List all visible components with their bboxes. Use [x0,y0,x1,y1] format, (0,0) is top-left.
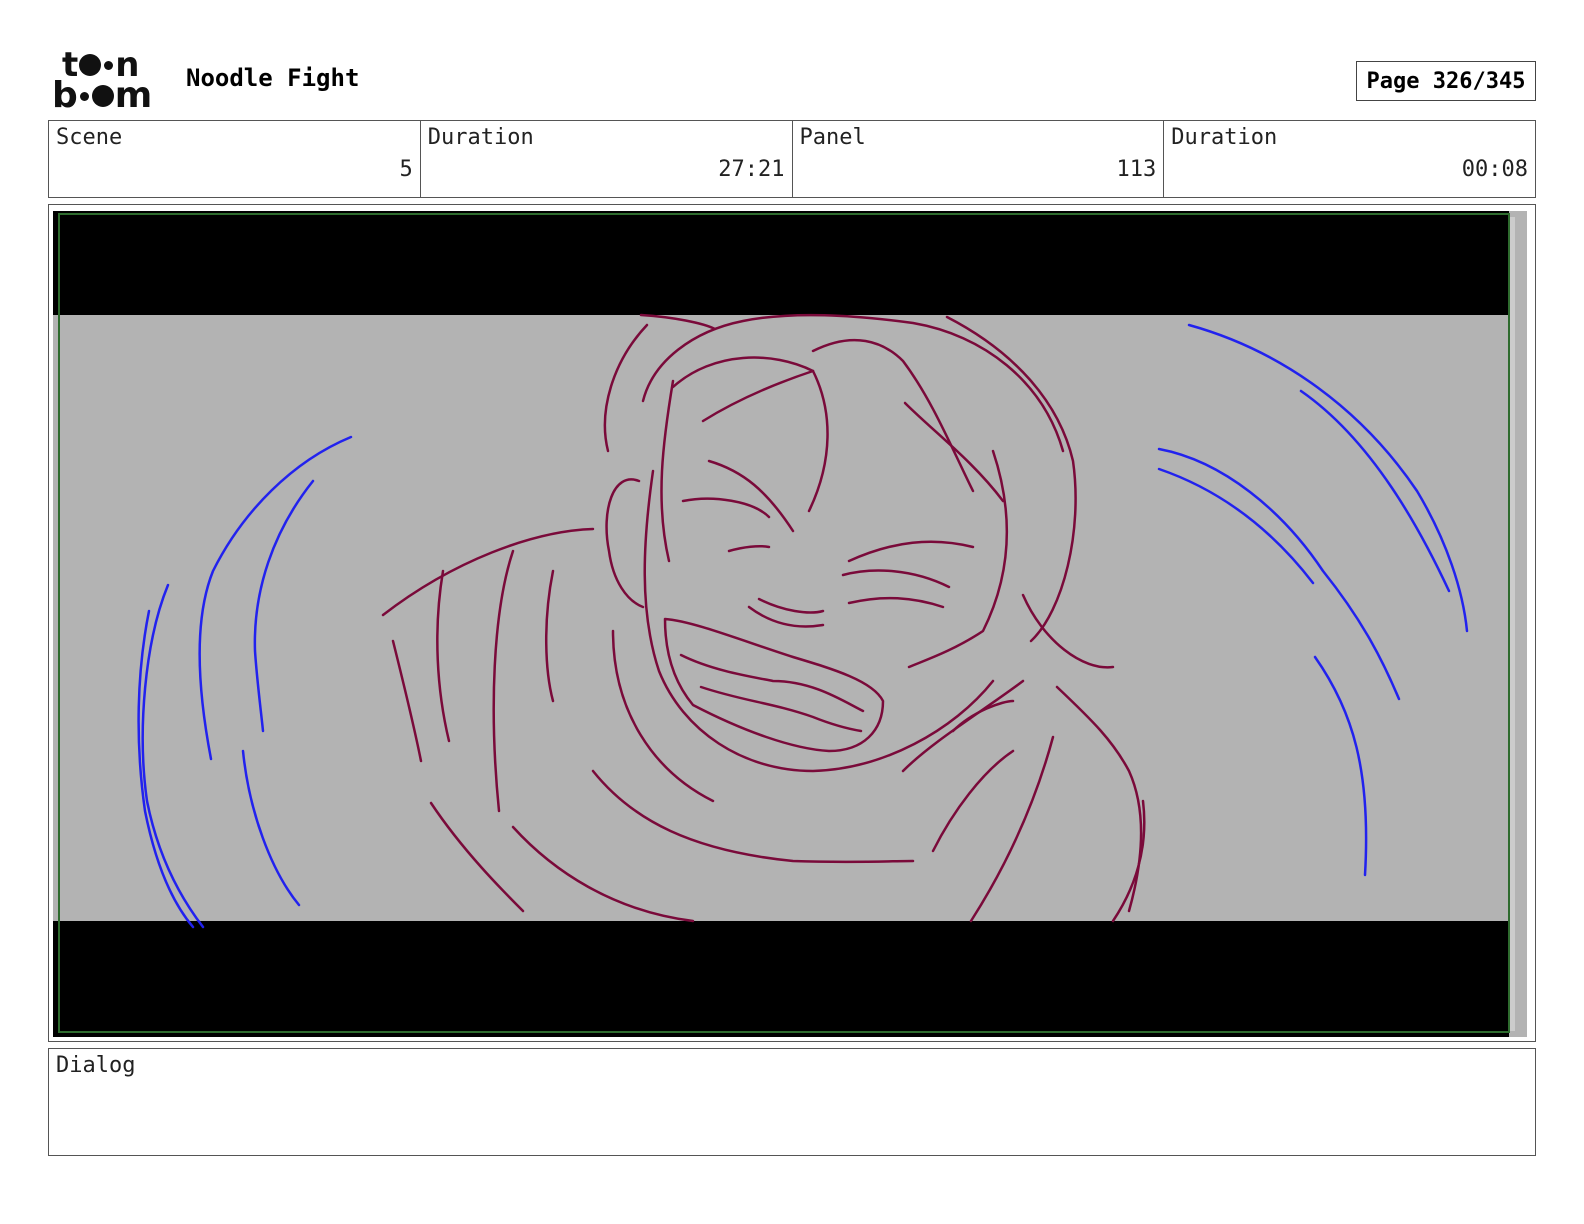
logo-dot-icon [79,91,89,101]
letterbox-bottom [53,921,1509,1037]
dialog-box: Dialog [48,1048,1536,1156]
dialog-label: Dialog [56,1053,136,1078]
toonboom-logo: t n b m [52,48,164,116]
scene-value: 5 [399,157,413,182]
page-number: Page 326/345 [1356,61,1536,101]
scene-duration-value: 27:21 [718,157,785,182]
scene-duration-label: Duration [427,125,534,150]
panel-info-row: Scene 5 Duration 27:21 Panel 113 Duratio… [48,120,1536,198]
logo-dot-icon [79,54,102,76]
storyboard-panel-image [53,211,1527,1037]
scene-cell: Scene 5 [49,121,421,197]
project-title: Noodle Fight [186,64,360,92]
scene-label: Scene [56,125,123,150]
panel-duration-value: 00:08 [1461,157,1528,182]
logo-dot-icon [104,60,114,70]
logo-bottom-line: b m [52,75,153,116]
panel-sketch-svg [53,211,1527,1037]
logo-letter: m [114,75,153,116]
panel-value: 113 [1116,157,1157,182]
letterbox-top [53,211,1509,315]
panel-duration-label: Duration [1171,125,1278,150]
storyboard-panel-frame [48,204,1536,1042]
panel-duration-cell: Duration 00:08 [1164,121,1535,197]
scene-duration-cell: Duration 27:21 [421,121,793,197]
panel-label: Panel [799,125,866,150]
logo-letter: b [52,75,78,116]
panel-cell: Panel 113 [793,121,1165,197]
logo-dot-icon [91,85,114,107]
